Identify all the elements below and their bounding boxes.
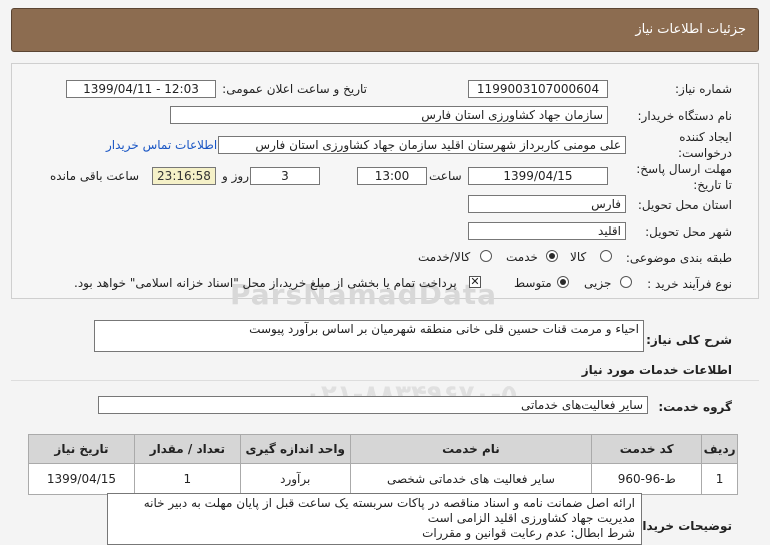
creator-label-line1: ایجاد کننده <box>679 130 732 144</box>
category-option-goods: کالا <box>570 250 587 264</box>
province-label: استان محل تحویل: <box>637 198 732 212</box>
summary-label: شرح کلی نیاز: <box>646 333 732 347</box>
remaining-time-label: ساعت باقی مانده <box>50 169 140 183</box>
col-header-need-date: تاریخ نیاز <box>28 434 135 464</box>
col-header-service-code: کد خدمت <box>591 434 703 464</box>
process-label: نوع فرآیند خرید : <box>647 277 732 291</box>
page-title: جزئیات اطلاعات نیاز <box>635 22 746 37</box>
process-option-medium: متوسط <box>514 276 552 290</box>
buyer-notes-label: توضیحات خریدار: <box>630 519 732 533</box>
col-header-quantity: تعداد / مقدار <box>133 434 241 464</box>
payment-checkbox[interactable]: ✕ <box>469 276 481 288</box>
process-radio-medium[interactable] <box>557 276 569 288</box>
buyer-notes-box: ارائه اصل ضمانت نامه و اسناد مناقصه در پ… <box>107 493 642 545</box>
creator-field: علی مومنی کاربرداز شهرستان اقلید سازمان … <box>218 136 626 154</box>
deadline-time-label: ساعت <box>429 169 462 183</box>
days-remaining-field: 3 <box>250 167 320 185</box>
cell-service-code: ط-96-960 <box>591 463 703 495</box>
category-label: طبقه بندی موضوعی: <box>625 251 732 265</box>
buyer-contact-link[interactable]: اطلاعات تماس خریدار <box>106 138 217 152</box>
city-label: شهر محل تحویل: <box>645 225 732 239</box>
cell-quantity: 1 <box>133 463 241 495</box>
buyer-label: نام دستگاه خریدار: <box>637 109 733 123</box>
col-header-unit: واحد اندازه گیری <box>239 434 351 464</box>
need-number-label: شماره نیاز: <box>675 82 732 96</box>
province-field: فارس <box>468 195 626 213</box>
creator-label-line2: درخواست: <box>678 146 732 160</box>
city-field: اقلید <box>468 222 626 240</box>
announce-date-field: 1399/04/11 - 12:03 <box>66 80 216 98</box>
days-label: روز و <box>222 169 249 183</box>
buyer-field: سازمان جهاد کشاورزی استان فارس <box>170 106 608 124</box>
category-radio-service[interactable] <box>546 250 558 262</box>
remaining-time-field: 23:16:58 <box>152 167 216 185</box>
buyer-notes-line: مدیریت جهاد کشاورزی اقلید الزامی است <box>427 511 635 525</box>
services-section-title: اطلاعات خدمات مورد نیاز <box>581 363 732 377</box>
section-divider <box>11 380 759 381</box>
service-group-field: سایر فعالیت‌های خدماتی <box>98 396 648 414</box>
buyer-notes-line: شرط ابطال: عدم رعایت قوانین و مقررات <box>422 526 635 540</box>
col-header-service-name: نام خدمت <box>349 434 593 464</box>
service-group-label: گروه خدمت: <box>658 400 732 414</box>
process-radio-minor[interactable] <box>620 276 632 288</box>
category-option-service: خدمت <box>506 250 538 264</box>
announce-date-label: تاریخ و ساعت اعلان عمومی: <box>222 82 367 96</box>
summary-field: احیاء و مرمت قنات حسین قلی خانی منطقه شه… <box>94 320 644 352</box>
payment-note: پرداخت تمام یا بخشی از مبلغ خرید،از محل … <box>74 276 457 290</box>
cell-row-number: 1 <box>701 463 738 495</box>
table-header-row: ردیف کد خدمت نام خدمت واحد اندازه گیری ت… <box>28 434 738 464</box>
cell-unit: برآورد <box>239 463 351 495</box>
need-number-field: 1199003107000604 <box>468 80 608 98</box>
services-table: ردیف کد خدمت نام خدمت واحد اندازه گیری ت… <box>28 434 738 495</box>
deadline-label-line1: مهلت ارسال پاسخ: <box>636 162 732 176</box>
category-radio-goods[interactable] <box>600 250 612 262</box>
table-row: 1 ط-96-960 سایر فعالیت های خدماتی شخصی ب… <box>28 463 738 495</box>
cell-service-name: سایر فعالیت های خدماتی شخصی <box>349 463 593 495</box>
category-option-goods-service: کالا/خدمت <box>418 250 471 264</box>
deadline-time-field: 13:00 <box>357 167 427 185</box>
deadline-date-field: 1399/04/15 <box>468 167 608 185</box>
page-header: جزئیات اطلاعات نیاز <box>11 8 759 52</box>
category-radio-goods-service[interactable] <box>480 250 492 262</box>
deadline-label-line2: تا تاریخ: <box>693 178 732 192</box>
cell-need-date: 1399/04/15 <box>28 463 135 495</box>
buyer-notes-line: ارائه اصل ضمانت نامه و اسناد مناقصه در پ… <box>143 496 635 510</box>
col-header-row-number: ردیف <box>701 434 738 464</box>
process-option-minor: جزیی <box>584 276 612 290</box>
